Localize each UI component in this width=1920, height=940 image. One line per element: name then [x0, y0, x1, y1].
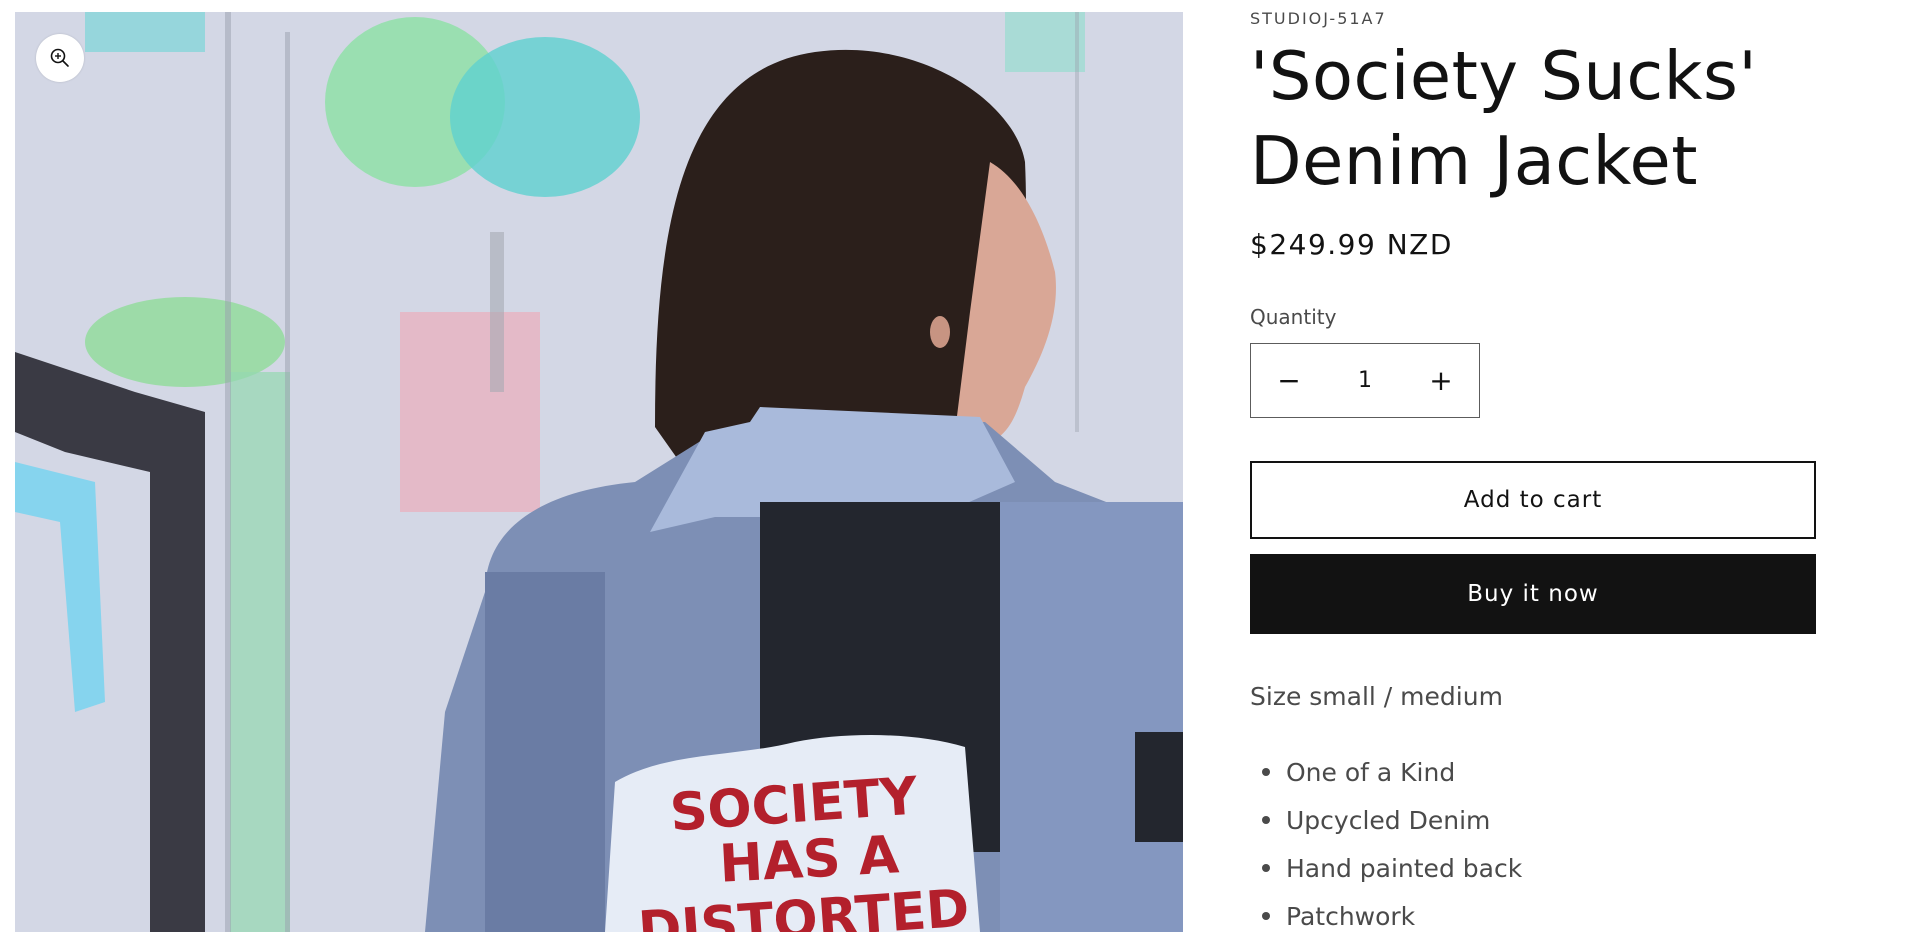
- quantity-stepper: − +: [1250, 343, 1480, 418]
- product-image: SOCIETY HAS A DISTORTED: [15, 12, 1183, 932]
- product-title: 'Society Sucks' Denim Jacket: [1250, 37, 1758, 200]
- plus-icon: +: [1429, 364, 1453, 397]
- buy-it-now-button[interactable]: Buy it now: [1250, 554, 1816, 634]
- product-vendor: STUDIOJ-51A7: [1250, 9, 1387, 28]
- quantity-input[interactable]: [1328, 367, 1402, 394]
- list-item: One of a Kind: [1250, 748, 1522, 796]
- list-item: Patchwork: [1250, 892, 1522, 940]
- minus-icon: −: [1277, 364, 1301, 397]
- zoom-button[interactable]: [36, 34, 84, 82]
- add-to-cart-button[interactable]: Add to cart: [1250, 461, 1816, 539]
- feature-label: Hand painted back: [1286, 853, 1523, 883]
- feature-label: Upcycled Denim: [1286, 805, 1491, 835]
- bullet-icon: [1262, 768, 1270, 776]
- product-size-text: Size small / medium: [1250, 682, 1503, 711]
- product-media[interactable]: SOCIETY HAS A DISTORTED: [15, 12, 1183, 932]
- feature-list: One of a Kind Upcycled Denim Hand painte…: [1250, 748, 1522, 940]
- quantity-decrease-button[interactable]: −: [1251, 344, 1327, 417]
- list-item: Upcycled Denim: [1250, 796, 1522, 844]
- zoom-in-icon: [50, 48, 69, 67]
- bullet-icon: [1262, 816, 1270, 824]
- quantity-increase-button[interactable]: +: [1403, 344, 1479, 417]
- bullet-icon: [1262, 912, 1270, 920]
- feature-label: One of a Kind: [1286, 757, 1456, 787]
- bullet-icon: [1262, 864, 1270, 872]
- product-price: $249.99 NZD: [1250, 228, 1453, 261]
- list-item: Hand painted back: [1250, 844, 1522, 892]
- quantity-label: Quantity: [1250, 305, 1337, 329]
- feature-label: Patchwork: [1286, 901, 1416, 931]
